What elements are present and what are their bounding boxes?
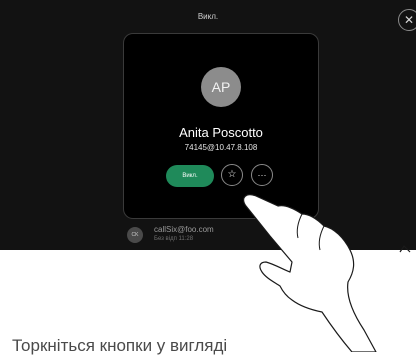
instruction-caption: Торкніться кнопки у вигляді — [12, 336, 228, 355]
hand-pointer-icon — [243, 194, 411, 352]
